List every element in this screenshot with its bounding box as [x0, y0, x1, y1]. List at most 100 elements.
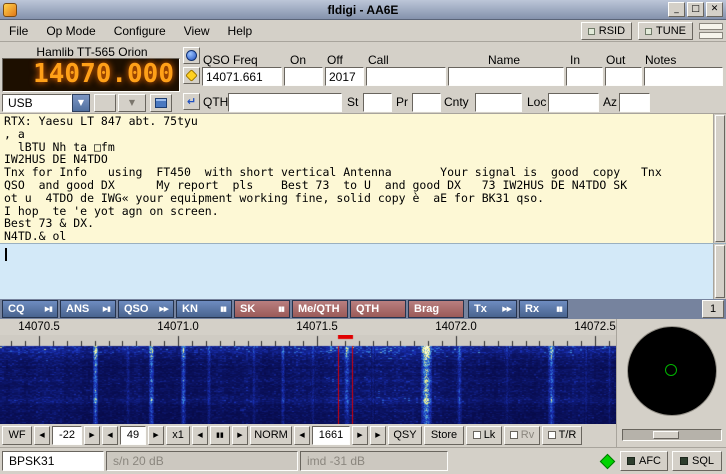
- call-input[interactable]: [366, 67, 446, 86]
- loc-input[interactable]: [548, 93, 599, 112]
- tx-scrollbar[interactable]: [713, 244, 726, 299]
- mode-select[interactable]: USB: [2, 94, 72, 112]
- bandwidth-select[interactable]: [94, 94, 116, 112]
- waterfall-controls: WF ◀ -22 ▶ ◀ 49 ▶ x1 ◀ ▮▮ ▶ NORM ◀ 1661 …: [0, 424, 616, 447]
- rx-scroll-thumb[interactable]: [715, 115, 725, 242]
- carrier-left-button[interactable]: ◀: [294, 426, 310, 445]
- menu-op-mode[interactable]: Op Mode: [37, 20, 104, 42]
- store-button[interactable]: Store: [424, 426, 464, 445]
- macro-button-tx[interactable]: Tx ▶▶: [468, 300, 517, 318]
- snr-status: s/n 20 dB: [106, 451, 298, 471]
- name-input[interactable]: [448, 67, 564, 86]
- macro-button-sk[interactable]: SK ▮▮: [234, 300, 290, 318]
- tuning-slider-thumb[interactable]: [653, 431, 679, 439]
- ampspan-value[interactable]: -22: [52, 426, 82, 445]
- menu-configure[interactable]: Configure: [105, 20, 175, 42]
- qsy-button[interactable]: QSY: [388, 426, 422, 445]
- macro-button-ans[interactable]: ANS ▶▮: [60, 300, 116, 318]
- pause-button[interactable]: ▮▮: [210, 426, 230, 445]
- macro-button-me-qth[interactable]: Me/QTH: [292, 300, 348, 318]
- tx-scroll-thumb[interactable]: [715, 245, 725, 298]
- qso-enter-button[interactable]: ↵: [183, 93, 200, 110]
- cnty-input[interactable]: [475, 93, 522, 112]
- notes-input[interactable]: [644, 67, 723, 86]
- sql-button[interactable]: SQL: [672, 451, 722, 471]
- ampspan-left-button[interactable]: ◀: [34, 426, 50, 445]
- minimize-button[interactable]: _: [668, 2, 685, 17]
- macro-button-brag[interactable]: Brag: [408, 300, 464, 318]
- menu-bar: File Op Mode Configure View Help RSID TU…: [0, 20, 726, 42]
- qso-freq-input[interactable]: [202, 67, 282, 86]
- menu-view[interactable]: View: [175, 20, 219, 42]
- rx-scrollbar[interactable]: [713, 114, 726, 243]
- carrier-value[interactable]: 1661: [312, 426, 350, 445]
- chevron-down-icon[interactable]: ▼: [72, 94, 90, 112]
- rig-control-button[interactable]: [150, 94, 172, 112]
- scale-label: 14072.5: [574, 321, 616, 333]
- notes-label: Notes: [645, 53, 676, 67]
- sql-led-icon: [680, 457, 688, 465]
- macro-label: Tx: [474, 303, 487, 315]
- menu-file[interactable]: File: [0, 20, 37, 42]
- titlebar[interactable]: fldigi - AA6E _ □ ✕: [0, 0, 726, 20]
- maximize-button[interactable]: □: [687, 2, 704, 17]
- txrx-toggle[interactable]: T/R: [542, 426, 582, 445]
- rsid-button[interactable]: RSID: [581, 22, 632, 40]
- pr-input[interactable]: [412, 93, 441, 112]
- name-label: Name: [488, 53, 520, 67]
- chevron-down-icon[interactable]: ▼: [118, 94, 146, 112]
- checkbox-icon: [510, 431, 518, 439]
- tuning-slider[interactable]: [622, 429, 722, 441]
- off-input[interactable]: [325, 67, 364, 86]
- waterfall-canvas[interactable]: [0, 335, 616, 424]
- macro-button-cq[interactable]: CQ ▶▮: [2, 300, 58, 318]
- macro-label: CQ: [8, 303, 25, 315]
- mode-status[interactable]: BPSK31: [2, 451, 104, 471]
- macro-button-qth[interactable]: QTH: [350, 300, 406, 318]
- menu-help[interactable]: Help: [219, 20, 262, 42]
- macro-button-rx[interactable]: Rx ▮▮: [519, 300, 568, 318]
- reflevel-right-button[interactable]: ▶: [148, 426, 164, 445]
- qso-freq-label: QSO Freq: [203, 53, 258, 67]
- receive-pane[interactable]: RTX: Yaesu LT 847 abt. 75tyu , a lBTU Nh…: [0, 113, 726, 243]
- transmit-pane[interactable]: [0, 243, 726, 299]
- in-input[interactable]: [566, 67, 603, 86]
- rig-qso-panel: Hamlib TT-565 Orion 14070.000 USB ▼ ▼ ↵ …: [0, 42, 726, 113]
- shift-right-button[interactable]: ▶: [232, 426, 248, 445]
- shift-left-button[interactable]: ◀: [192, 426, 208, 445]
- close-button[interactable]: ✕: [706, 2, 723, 17]
- fast-forward-icon: ▶▶: [502, 305, 511, 313]
- az-input[interactable]: [619, 93, 650, 112]
- reflevel-left-button[interactable]: ◀: [102, 426, 118, 445]
- reverse-label: Rv: [521, 429, 534, 441]
- out-input[interactable]: [605, 67, 642, 86]
- pr-label: Pr: [396, 95, 408, 109]
- macro-button-kn[interactable]: KN ▮▮: [176, 300, 232, 318]
- st-input[interactable]: [363, 93, 392, 112]
- norm-button[interactable]: NORM: [250, 426, 292, 445]
- tuning-panel: [616, 319, 726, 447]
- reflevel-value[interactable]: 49: [120, 426, 146, 445]
- macro-set-button[interactable]: 1: [702, 300, 724, 318]
- on-input[interactable]: [284, 67, 323, 86]
- lock-toggle[interactable]: Lk: [466, 426, 502, 445]
- rx-text-line: RTX: Yaesu LT 847 abt. 75tyu: [4, 115, 723, 128]
- rx-text-line: I hop te 'e yot agn on screen.: [4, 205, 723, 218]
- frequency-display[interactable]: 14070.000: [2, 58, 180, 92]
- qth-input[interactable]: [228, 93, 342, 112]
- qso-globe-button[interactable]: [183, 47, 200, 64]
- afc-button[interactable]: AFC: [620, 451, 668, 471]
- magnify-button[interactable]: x1: [166, 426, 190, 445]
- wf-button[interactable]: WF: [2, 426, 32, 445]
- waterfall-scale: 14070.5 14071.0 14071.5 14072.0 14072.5: [0, 319, 616, 335]
- carrier-right-button[interactable]: ▶: [352, 426, 368, 445]
- loc-label: Loc: [527, 95, 546, 109]
- ampspan-right-button[interactable]: ▶: [84, 426, 100, 445]
- macro-button-qso[interactable]: QSO ▶▶: [118, 300, 174, 318]
- scale-label: 14072.0: [435, 321, 477, 333]
- qso-save-button[interactable]: [183, 67, 200, 84]
- macro-bar: CQ ▶▮ ANS ▶▮ QSO ▶▶ KN ▮▮ SK ▮▮ Me/QTH Q…: [0, 299, 726, 319]
- reverse-toggle[interactable]: Rv: [504, 426, 540, 445]
- tune-button[interactable]: TUNE: [638, 22, 693, 40]
- seek-right-button[interactable]: ▶: [370, 426, 386, 445]
